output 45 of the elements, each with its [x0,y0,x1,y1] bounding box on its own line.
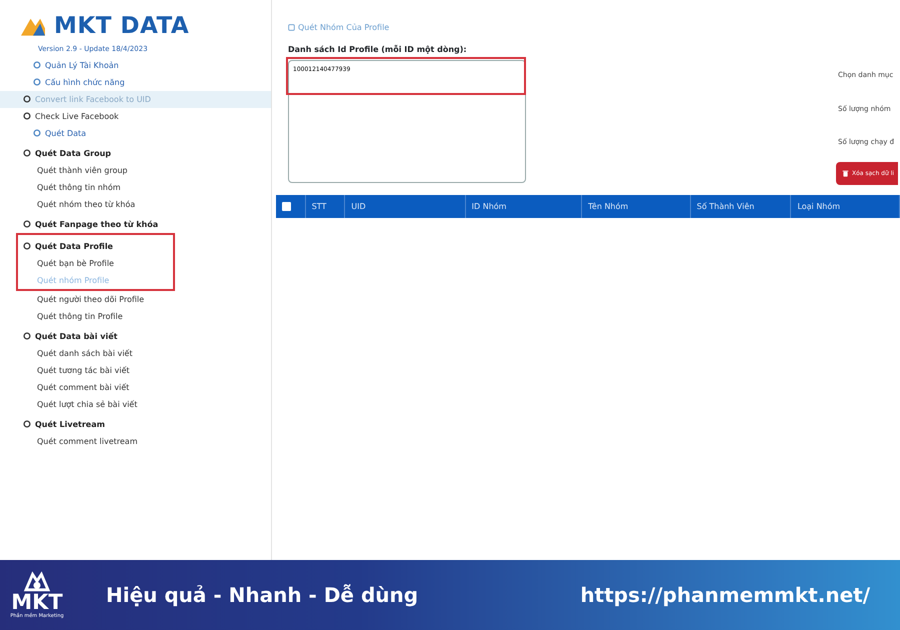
logo-text: MKT DATA [54,14,190,38]
sidebar-item[interactable]: Quét Data Profile [0,238,173,254]
sidebar-item[interactable]: Quét danh sách bài viết [0,344,271,362]
sidebar-item[interactable]: Quét nhóm theo từ khóa [0,196,271,212]
circle-icon [23,242,31,250]
sidebar-item[interactable]: Quét Data Group [0,144,271,162]
sidebar-item[interactable]: Quét lượt chia sẻ bài viết [0,396,271,412]
sidebar-item[interactable]: Quét Data bài viết [0,328,271,344]
sidebar-item[interactable]: Quét comment livetream [0,432,271,450]
column-header: STT [306,195,346,218]
checkbox-icon [288,24,295,31]
sidebar-item[interactable]: Quét tương tác bài viết [0,362,271,378]
website-url: https://phanmemmkt.net/ [580,582,870,609]
field-label: Danh sách Id Profile (mỗi ID một dòng): [288,44,468,56]
column-header: Số Thành Viên [690,195,792,218]
circle-icon [33,61,41,69]
sidebar-item[interactable]: Quét người theo dõi Profile [0,290,271,308]
trash-icon [842,169,849,178]
column-header: ID Nhóm [466,195,582,218]
column-header: Loại Nhóm [791,195,900,218]
sidebar-item[interactable]: Quét comment bài viết [0,378,271,396]
circle-icon [23,420,31,428]
sidebar-item[interactable]: Cấu hình chức năng [0,74,271,90]
column-header: UID [345,195,466,218]
circle-icon [23,220,31,228]
sidebar-item[interactable]: Quét thông tin nhóm [0,178,271,196]
sidebar-item[interactable]: Quét Livetream [0,416,271,432]
sidebar-item[interactable]: Quét thành viên group [0,162,271,178]
circle-icon [23,95,31,103]
sidebar-item[interactable]: Quản Lý Tài Khoản [0,56,271,74]
circle-icon [23,112,31,120]
tagline-text: Hiệu quả - Nhanh - Dễ dùng [106,582,418,609]
page-title-text: Quét Nhóm Của Profile [298,22,390,34]
circle-icon [33,129,41,137]
sidebar-item[interactable]: Quét thông tin Profile [0,308,271,324]
sidebar-item[interactable]: Quét Fanpage theo từ khóa [0,216,271,232]
sidebar-item[interactable]: Quét Data [0,124,271,142]
sidebar-item[interactable]: Quét bạn bè Profile [0,254,173,272]
circle-icon [23,149,31,157]
sidebar-item[interactable]: Check Live Facebook [0,108,271,124]
header-checkbox[interactable] [282,202,291,211]
circle-icon [33,78,41,86]
circle-icon [23,332,31,340]
logo-text: MKT [11,592,63,613]
column-header: Tên Nhóm [582,195,691,218]
